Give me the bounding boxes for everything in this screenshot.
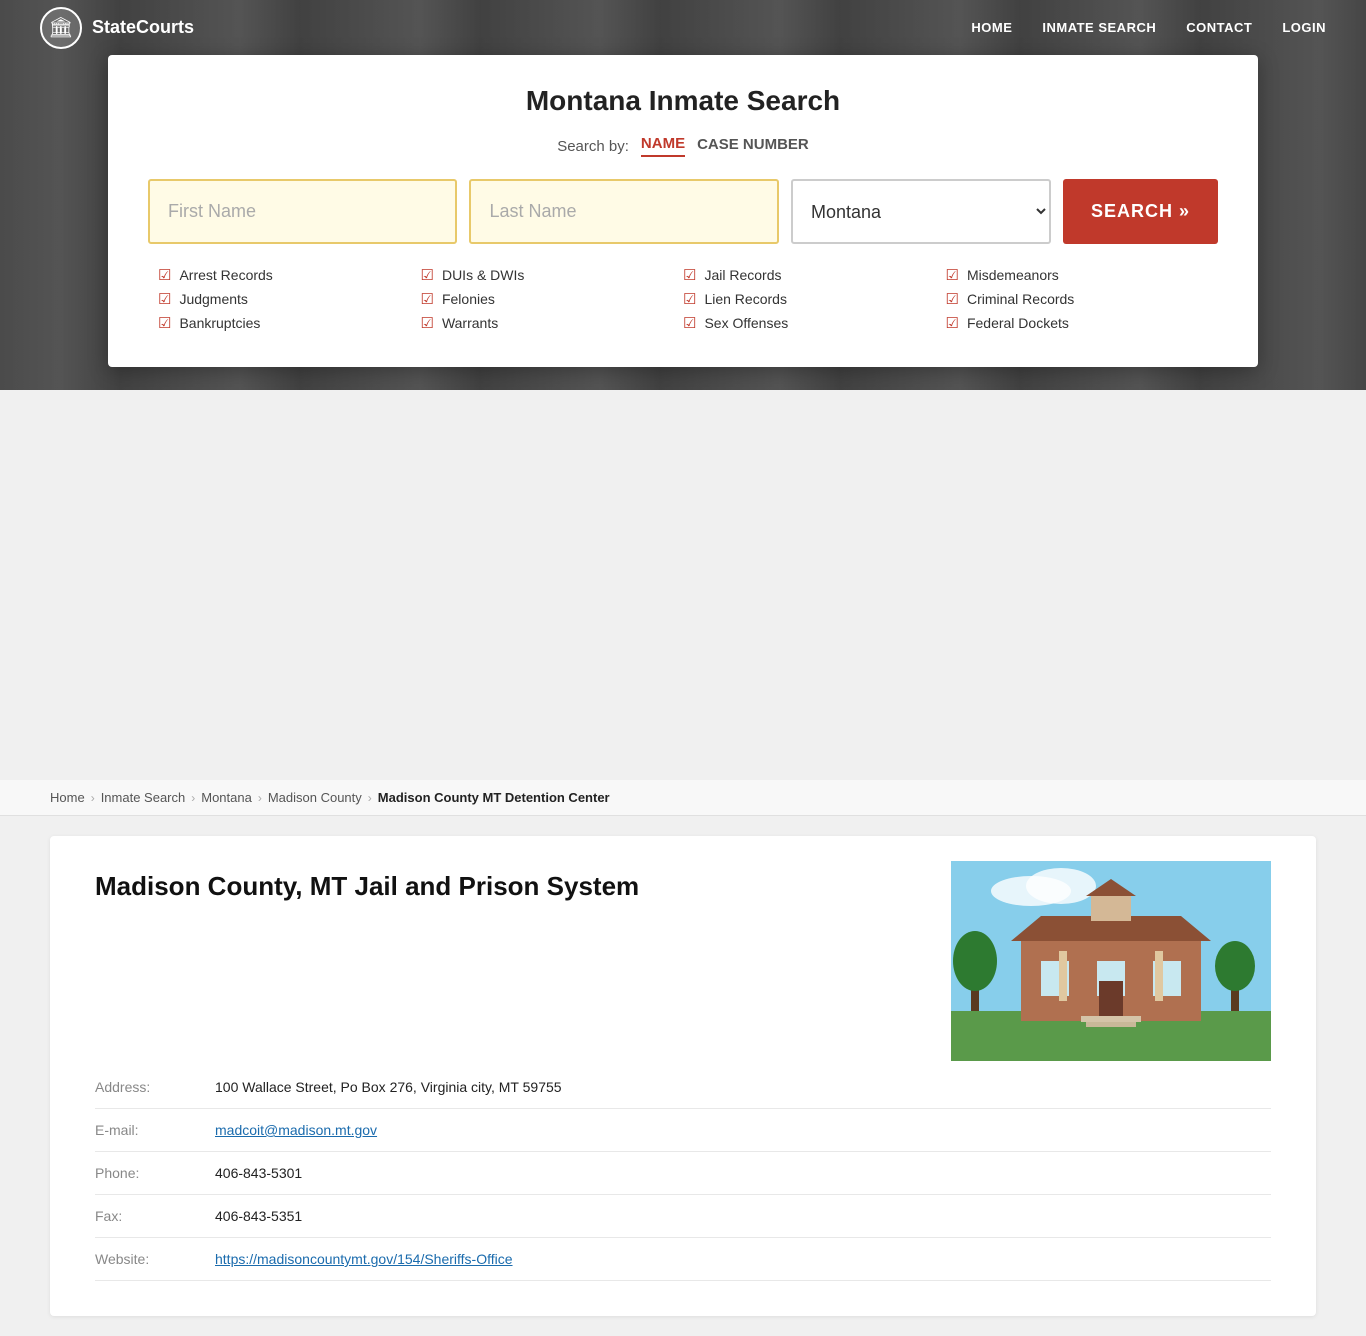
feature-misdemeanors: ☑ Misdemeanors [946, 266, 1209, 284]
breadcrumb-inmate-search[interactable]: Inmate Search [101, 790, 186, 805]
phone-label: Phone: [95, 1152, 215, 1195]
state-select[interactable]: Montana Alabama Alaska Arizona Californi… [791, 179, 1051, 244]
breadcrumb-sep: › [191, 791, 195, 805]
address-row: Address: 100 Wallace Street, Po Box 276,… [95, 1066, 1271, 1109]
email-row: E-mail: madcoit@madison.mt.gov [95, 1109, 1271, 1152]
features-grid: ☑ Arrest Records ☑ DUIs & DWIs ☑ Jail Re… [148, 266, 1218, 332]
feature-label: Federal Dockets [967, 315, 1069, 331]
check-icon: ☑ [946, 266, 959, 284]
feature-label: Criminal Records [967, 291, 1074, 307]
search-button[interactable]: SEARCH » [1063, 179, 1218, 244]
feature-label: Lien Records [704, 291, 787, 307]
check-icon: ☑ [683, 314, 696, 332]
check-icon: ☑ [421, 314, 434, 332]
feature-lien-records: ☑ Lien Records [683, 290, 946, 308]
logo-area[interactable]: 🏛 StateCourts [40, 7, 194, 49]
nav-contact[interactable]: CONTACT [1186, 20, 1252, 35]
feature-label: DUIs & DWIs [442, 267, 524, 283]
check-icon: ☑ [683, 266, 696, 284]
phone-value: 406-843-5301 [215, 1152, 1271, 1195]
top-navigation: 🏛 StateCourts HOME INMATE SEARCH CONTACT… [0, 0, 1366, 55]
breadcrumb-home[interactable]: Home [50, 790, 85, 805]
check-icon: ☑ [421, 290, 434, 308]
feature-criminal-records: ☑ Criminal Records [946, 290, 1209, 308]
search-by-row: Search by: NAME CASE NUMBER [148, 135, 1218, 157]
site-name: StateCourts [92, 17, 194, 38]
phone-row: Phone: 406-843-5301 [95, 1152, 1271, 1195]
feature-warrants: ☑ Warrants [421, 314, 684, 332]
feature-label: Jail Records [704, 267, 781, 283]
modal-title: Montana Inmate Search [148, 85, 1218, 117]
check-icon: ☑ [683, 290, 696, 308]
main-content: Madison County, MT Jail and Prison Syste… [50, 836, 1316, 1316]
search-inputs-row: Montana Alabama Alaska Arizona Californi… [148, 179, 1218, 244]
nav-inmate-search[interactable]: INMATE SEARCH [1042, 20, 1156, 35]
check-icon: ☑ [158, 290, 171, 308]
breadcrumb: Home › Inmate Search › Montana › Madison… [0, 780, 1366, 816]
column-icon: 🏛 [48, 15, 73, 40]
feature-judgments: ☑ Judgments [158, 290, 421, 308]
header: COURTHOUSE 🏛 StateCourts HOME INMATE SEA… [0, 0, 1366, 390]
facility-info-table: Address: 100 Wallace Street, Po Box 276,… [95, 1066, 1271, 1281]
breadcrumb-montana[interactable]: Montana [201, 790, 252, 805]
feature-label: Sex Offenses [704, 315, 788, 331]
feature-label: Judgments [179, 291, 247, 307]
breadcrumb-sep: › [368, 791, 372, 805]
email-link[interactable]: madcoit@madison.mt.gov [215, 1122, 377, 1138]
nav-links: HOME INMATE SEARCH CONTACT LOGIN [971, 20, 1326, 35]
breadcrumb-sep: › [258, 791, 262, 805]
check-icon: ☑ [946, 314, 959, 332]
feature-sex-offenses: ☑ Sex Offenses [683, 314, 946, 332]
tab-case-number[interactable]: CASE NUMBER [697, 136, 809, 156]
website-row: Website: https://madisoncountymt.gov/154… [95, 1238, 1271, 1281]
feature-label: Warrants [442, 315, 498, 331]
feature-label: Felonies [442, 291, 495, 307]
feature-federal-dockets: ☑ Federal Dockets [946, 314, 1209, 332]
breadcrumb-sep: › [91, 791, 95, 805]
email-label: E-mail: [95, 1109, 215, 1152]
last-name-input[interactable] [469, 179, 778, 244]
website-label: Website: [95, 1238, 215, 1281]
feature-jail-records: ☑ Jail Records [683, 266, 946, 284]
fax-label: Fax: [95, 1195, 215, 1238]
tab-name[interactable]: NAME [641, 135, 685, 157]
feature-label: Bankruptcies [179, 315, 260, 331]
email-value: madcoit@madison.mt.gov [215, 1109, 1271, 1152]
feature-label: Arrest Records [179, 267, 272, 283]
logo-icon-circle: 🏛 [40, 7, 82, 49]
feature-duis-dwis: ☑ DUIs & DWIs [421, 266, 684, 284]
breadcrumb-current: Madison County MT Detention Center [378, 790, 610, 805]
address-label: Address: [95, 1066, 215, 1109]
feature-felonies: ☑ Felonies [421, 290, 684, 308]
nav-login[interactable]: LOGIN [1282, 20, 1326, 35]
search-modal: Montana Inmate Search Search by: NAME CA… [108, 55, 1258, 367]
search-by-label: Search by: [557, 138, 629, 155]
feature-bankruptcies: ☑ Bankruptcies [158, 314, 421, 332]
check-icon: ☑ [946, 290, 959, 308]
breadcrumb-madison-county[interactable]: Madison County [268, 790, 362, 805]
first-name-input[interactable] [148, 179, 457, 244]
website-link[interactable]: https://madisoncountymt.gov/154/Sheriffs… [215, 1251, 513, 1267]
feature-arrest-records: ☑ Arrest Records [158, 266, 421, 284]
website-value: https://madisoncountymt.gov/154/Sheriffs… [215, 1238, 1271, 1281]
fax-row: Fax: 406-843-5351 [95, 1195, 1271, 1238]
facility-image [951, 861, 1271, 1061]
feature-label: Misdemeanors [967, 267, 1059, 283]
address-value: 100 Wallace Street, Po Box 276, Virginia… [215, 1066, 1271, 1109]
check-icon: ☑ [158, 314, 171, 332]
fax-value: 406-843-5351 [215, 1195, 1271, 1238]
check-icon: ☑ [158, 266, 171, 284]
check-icon: ☑ [421, 266, 434, 284]
nav-home[interactable]: HOME [971, 20, 1012, 35]
